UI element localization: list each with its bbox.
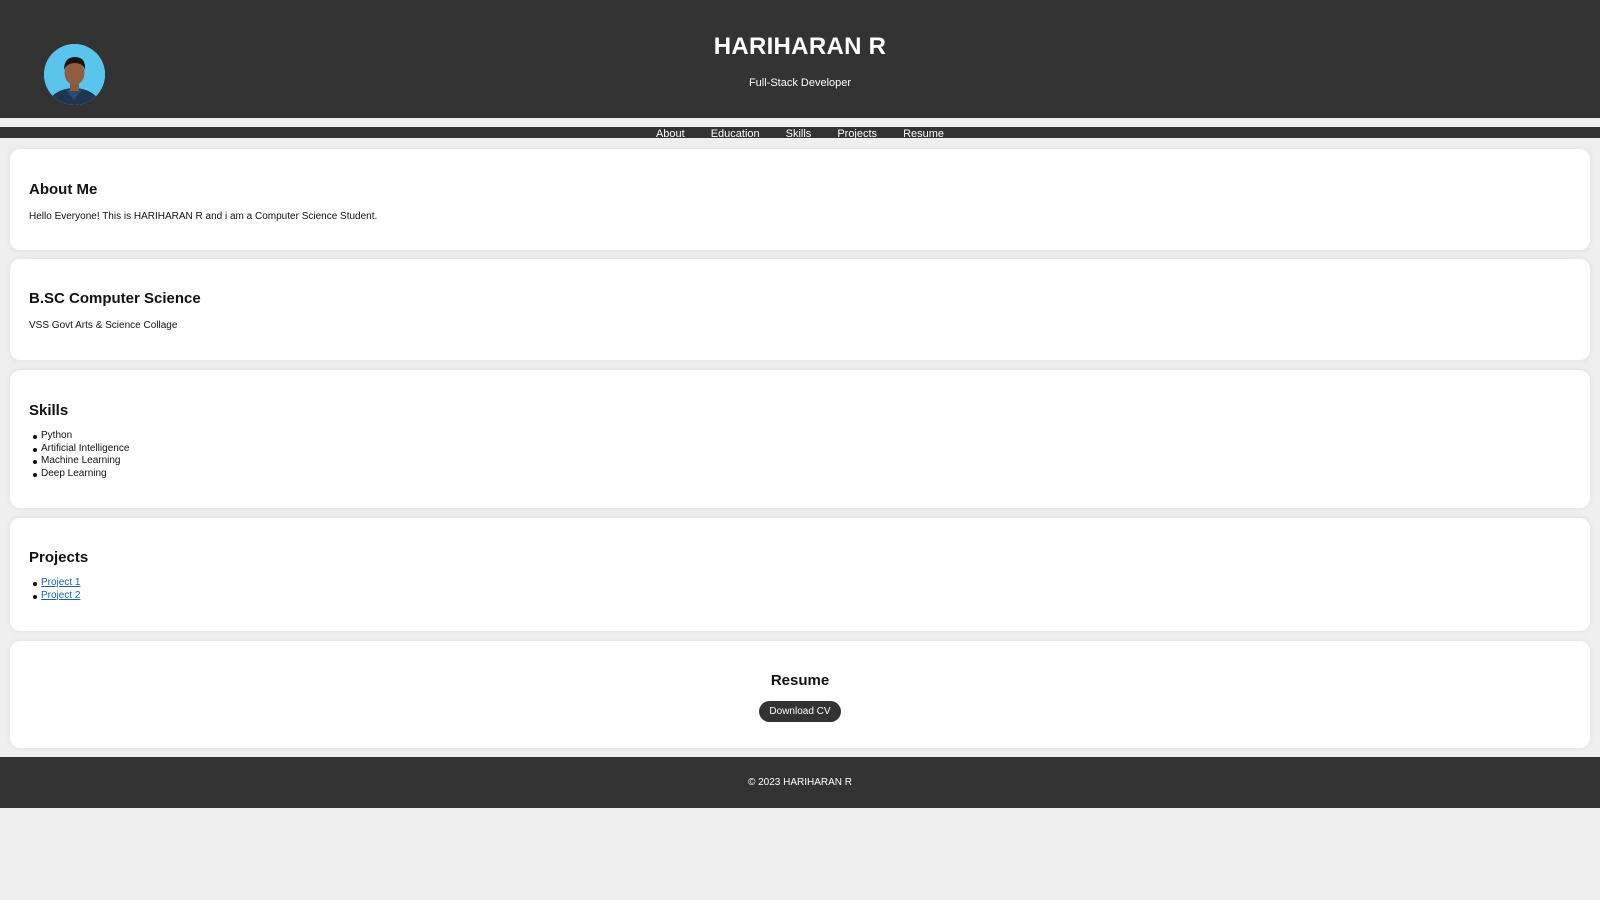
education-section: B.SC Computer Science VSS Govt Arts & Sc… <box>10 259 1590 360</box>
about-section: About Me Hello Everyone! This is HARIHAR… <box>10 149 1590 250</box>
project-2-link[interactable]: Project 2 <box>41 590 80 601</box>
site-footer: © 2023 HARIHARAN R <box>0 757 1600 808</box>
list-item: Project 2 <box>29 590 1571 603</box>
download-cv-button[interactable]: Download CV <box>759 701 841 722</box>
about-text: Hello Everyone! This is HARIHARAN R and … <box>29 211 378 222</box>
skills-list: Python Artificial Intelligence Machine L… <box>29 430 1571 480</box>
list-item: Project 1 <box>29 577 1571 590</box>
nav-link-skills[interactable]: Skills <box>773 129 825 140</box>
nav-link-projects[interactable]: Projects <box>824 129 890 140</box>
education-text: VSS Govt Arts & Science Collage <box>29 320 178 331</box>
projects-section: Projects Project 1 Project 2 <box>10 518 1590 631</box>
education-title: B.SC Computer Science <box>29 290 201 307</box>
site-role: Full-Stack Developer <box>748 77 852 89</box>
list-item: Deep Learning <box>29 468 1571 481</box>
resume-section: Resume Download CV <box>10 641 1590 748</box>
projects-title: Projects <box>29 549 89 566</box>
skills-section: Skills Python Artificial Intelligence Ma… <box>10 370 1590 508</box>
nav-link-education[interactable]: Education <box>698 129 773 140</box>
nav-link-about[interactable]: About <box>643 129 698 140</box>
project-1-link[interactable]: Project 1 <box>41 577 80 588</box>
resume-title: Resume <box>770 672 830 689</box>
site-header: HARIHARAN R Full-Stack Developer <box>0 0 1600 118</box>
main-nav: About Education Skills Projects Resume <box>0 127 1600 140</box>
footer-copyright: © 2023 HARIHARAN R <box>747 777 853 788</box>
site-name: HARIHARAN R <box>713 33 887 60</box>
projects-list: Project 1 Project 2 <box>29 577 1571 602</box>
about-title: About Me <box>29 181 98 198</box>
skills-title: Skills <box>29 402 69 419</box>
list-item: Machine Learning <box>29 455 1571 468</box>
nav-link-resume[interactable]: Resume <box>890 129 957 140</box>
list-item: Artificial Intelligence <box>29 443 1571 456</box>
list-item: Python <box>29 430 1571 443</box>
